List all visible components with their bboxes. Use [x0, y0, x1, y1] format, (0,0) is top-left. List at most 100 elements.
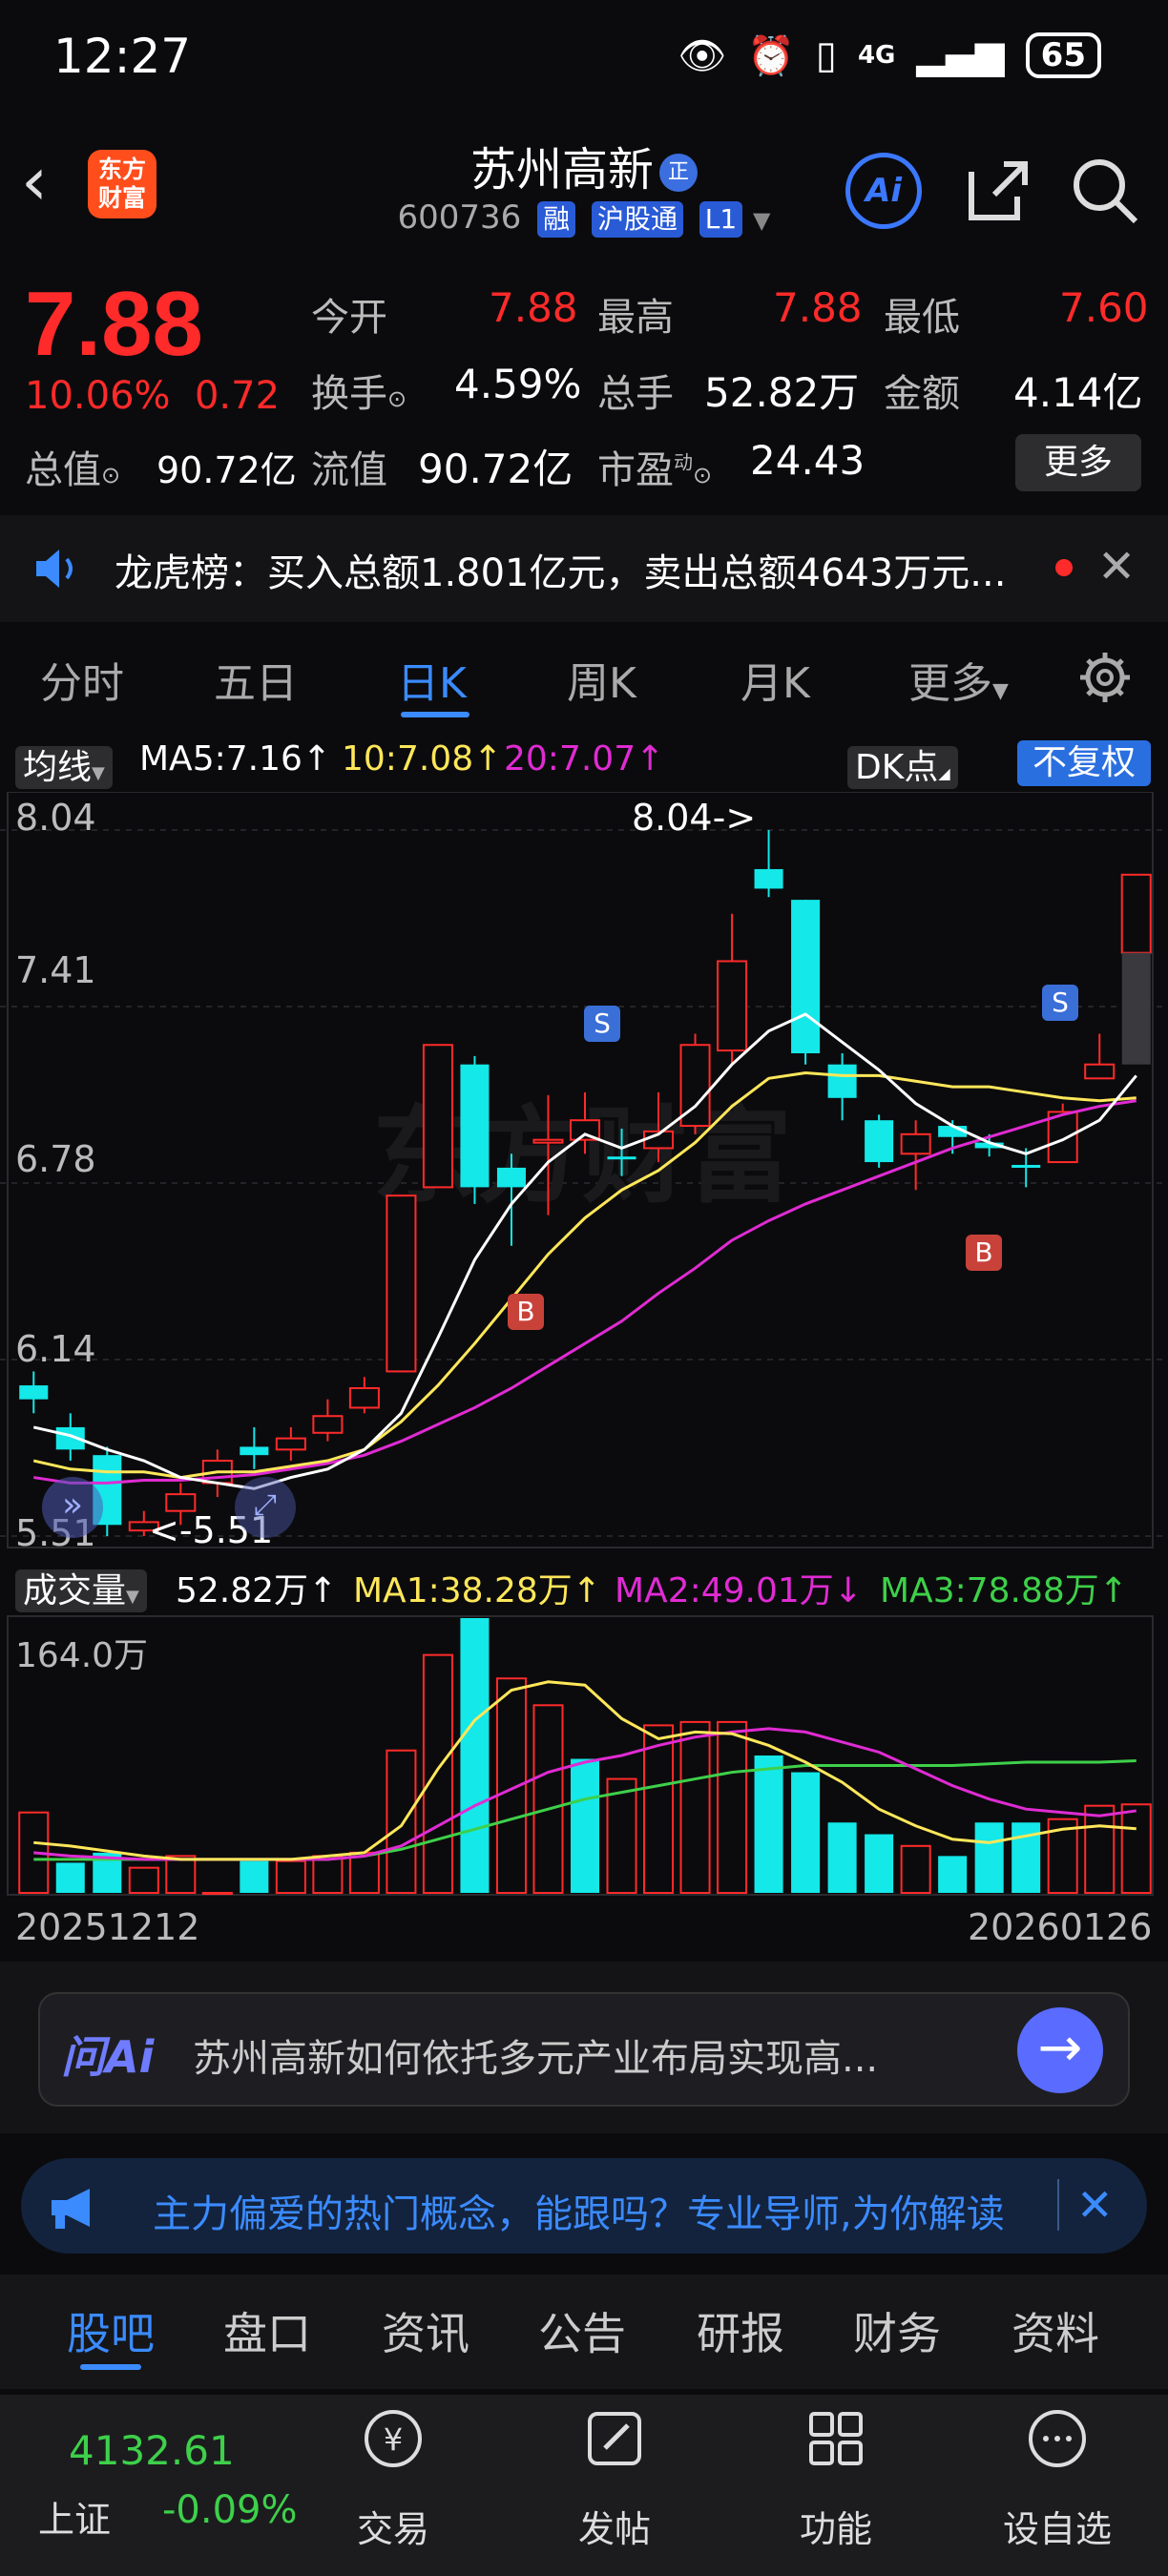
trade-icon[interactable]: ¥	[317, 2404, 469, 2488]
search-icon[interactable]	[1067, 153, 1143, 229]
tab-guba[interactable]: 股吧	[67, 2299, 155, 2362]
current-price: 7.88	[25, 273, 203, 375]
ma-selector[interactable]: 均线▼	[15, 739, 113, 789]
candle-body	[865, 1120, 894, 1163]
dk-point-selector[interactable]: DK点◢	[847, 739, 958, 789]
ma5-value: MA5:7.16↑	[139, 739, 332, 779]
bottom-tab-indicator	[80, 2364, 141, 2370]
chevron-down-icon: ▼	[753, 207, 771, 234]
ai-button[interactable]: Ai	[845, 153, 922, 229]
high-label: 最高	[597, 296, 674, 340]
nav-trade[interactable]: 交易	[317, 2500, 469, 2552]
tab-pankou[interactable]: 盘口	[223, 2299, 311, 2362]
tab-five-day[interactable]: 五日	[214, 649, 298, 710]
volume-bar	[128, 1866, 159, 1895]
megaphone-icon	[52, 2189, 90, 2229]
candle-body	[19, 1385, 49, 1400]
volume-label: 总手	[597, 372, 674, 416]
volume-bar	[240, 1860, 269, 1893]
low-value: 7.60	[1059, 284, 1149, 331]
post-icon[interactable]	[538, 2404, 691, 2488]
turnover-label: 换手⊙	[311, 372, 407, 416]
nav-function[interactable]: 功能	[760, 2500, 912, 2552]
candle-body	[496, 1167, 526, 1188]
expand-left-icon[interactable]: »	[42, 1477, 103, 1538]
tab-announcement[interactable]: 公告	[538, 2299, 626, 2362]
notice-text[interactable]: 龙虎榜：买入总额1.801亿元，卖出总额4643万元...	[115, 542, 1006, 597]
volume-bar	[165, 1855, 197, 1895]
candle-body	[1084, 1063, 1116, 1080]
volume-bar	[717, 1720, 748, 1894]
volume-bar	[643, 1724, 675, 1894]
volume-selector[interactable]: 成交量▼	[15, 1563, 147, 1612]
volume-bar	[422, 1653, 453, 1895]
sell-marker[interactable]: S	[1042, 985, 1078, 1021]
promo-close-icon[interactable]: ✕	[1057, 2179, 1114, 2231]
ai-send-button[interactable]: →	[1017, 2007, 1103, 2093]
index-name[interactable]: 上证	[38, 2490, 111, 2543]
share-icon[interactable]	[960, 153, 1036, 229]
tab-profile[interactable]: 资料	[1012, 2299, 1099, 2362]
vol-ma1: MA1:38.28万↑	[353, 1571, 601, 1610]
candle-body	[275, 1437, 306, 1451]
nav-post[interactable]: 发帖	[538, 2500, 691, 2552]
volume-bar	[606, 1777, 637, 1895]
tab-weekly-k[interactable]: 周K	[567, 649, 636, 710]
volume-bar	[201, 1892, 233, 1895]
candle-body	[791, 900, 821, 1053]
signal-icon: 4G	[857, 41, 896, 70]
open-label: 今开	[311, 296, 387, 340]
zheng-badge: 正	[659, 154, 698, 192]
volume-bar	[348, 1851, 380, 1894]
promo-text[interactable]: 主力偏爱的热门概念，能跟吗？专业导师,为你解读	[153, 2183, 1005, 2238]
volume-bar	[679, 1720, 711, 1894]
candle-body	[900, 1132, 931, 1155]
candle-body	[754, 868, 783, 889]
y-tick-0: 8.04	[15, 797, 96, 839]
tab-intraday[interactable]: 分时	[40, 649, 124, 710]
candle-body	[1012, 1164, 1041, 1168]
volume-chart[interactable]	[0, 1614, 1168, 1901]
nav-watchlist[interactable]: 设自选	[981, 2500, 1134, 2552]
volume-bar	[865, 1834, 894, 1893]
tab-more[interactable]: 更多▼	[908, 649, 1009, 710]
volume-bar	[938, 1856, 968, 1893]
gear-icon[interactable]	[1076, 649, 1134, 706]
stock-name: 苏州高新	[469, 143, 654, 197]
mktcap-value: 90.72亿	[156, 449, 297, 491]
candle-body	[717, 960, 748, 1052]
buy-marker[interactable]: B	[508, 1294, 544, 1330]
tag-rong: 融	[537, 200, 576, 238]
tab-research[interactable]: 研报	[697, 2299, 784, 2362]
more-icon[interactable]	[981, 2404, 1134, 2488]
vol-ma3: MA3:78.88万↑	[880, 1571, 1128, 1610]
index-value[interactable]: 4132.61	[69, 2427, 235, 2474]
active-tab-indicator	[401, 712, 469, 717]
fullscreen-icon[interactable]: ⤢	[235, 1477, 296, 1538]
volume-today: 52.82万↑	[176, 1571, 338, 1610]
more-quote-button[interactable]: 更多	[1015, 434, 1141, 491]
high-value: 7.88	[773, 284, 863, 331]
pe-label: 市盈动⊙	[597, 448, 713, 492]
adjust-toggle[interactable]: 不复权	[1017, 740, 1151, 786]
change-row: 10.06% 0.72	[25, 374, 280, 418]
status-time: 12:27	[53, 29, 192, 84]
speaker-icon	[36, 550, 73, 588]
tab-news[interactable]: 资讯	[382, 2299, 469, 2362]
stock-code: 600736	[397, 198, 522, 237]
candle-body	[422, 1044, 453, 1189]
volume-bar	[754, 1755, 783, 1893]
volume-bar	[791, 1772, 821, 1893]
vibrate-icon: ▯	[815, 33, 837, 77]
tab-daily-k[interactable]: 日K	[397, 649, 467, 710]
tab-finance[interactable]: 财务	[853, 2299, 941, 2362]
function-icon[interactable]	[760, 2404, 912, 2488]
candlestick-chart[interactable]: 东方财富	[0, 792, 1168, 1555]
ai-question-text[interactable]: 苏州高新如何依托多元产业布局实现高...	[193, 2027, 878, 2083]
buy-marker[interactable]: B	[966, 1235, 1002, 1271]
tab-monthly-k[interactable]: 月K	[740, 649, 810, 710]
volume-bar	[900, 1844, 931, 1894]
close-icon[interactable]: ✕	[1097, 540, 1136, 593]
sell-marker[interactable]: S	[584, 1006, 620, 1042]
index-change[interactable]: -0.09%	[162, 2488, 298, 2532]
